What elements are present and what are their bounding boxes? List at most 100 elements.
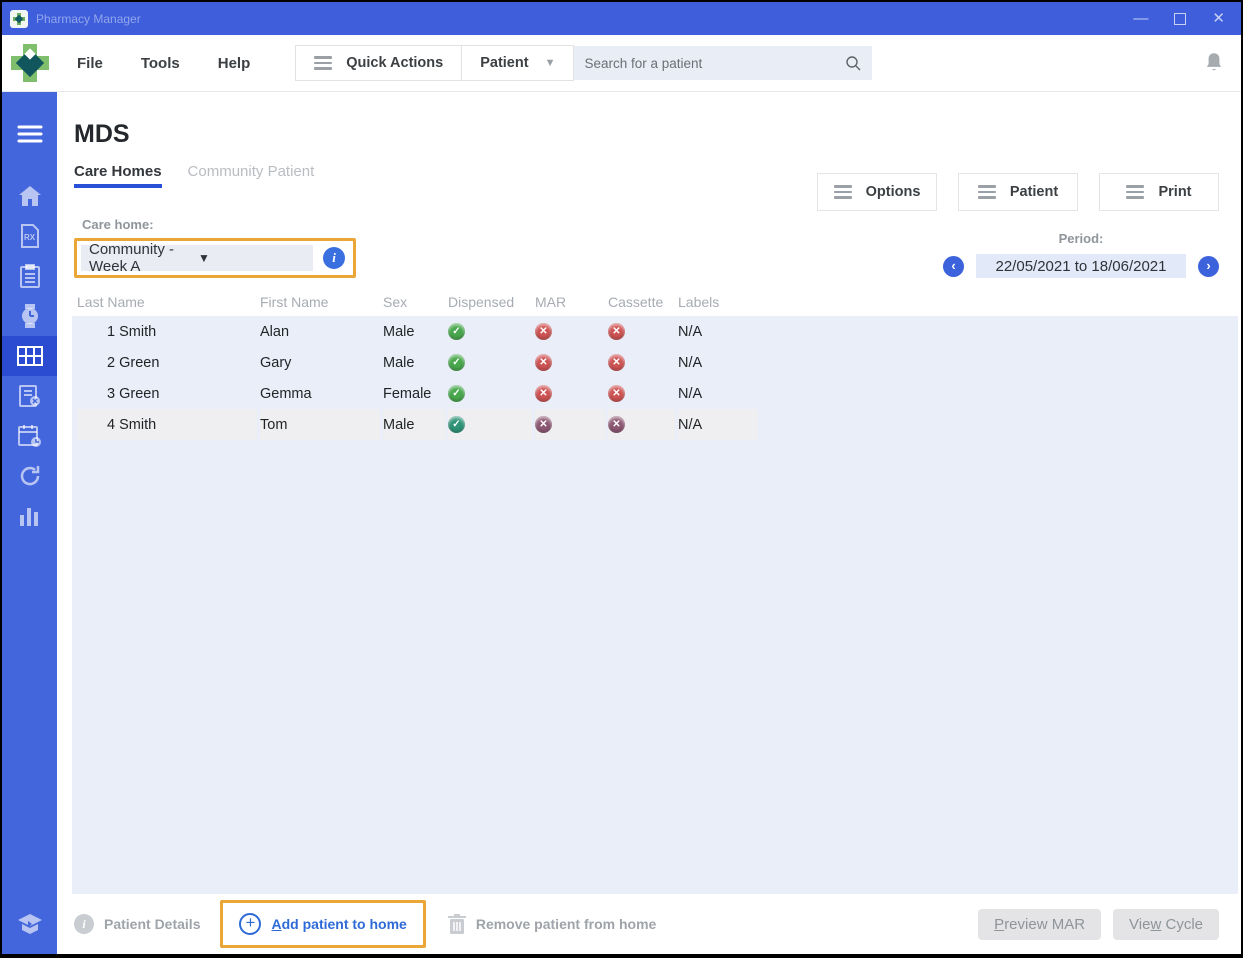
cell-sex: Male: [383, 316, 445, 347]
quick-actions-group: Quick Actions Patient ▼: [295, 45, 574, 81]
menu-file[interactable]: File: [77, 55, 103, 72]
prescription-icon[interactable]: RX: [2, 216, 57, 256]
menu-help[interactable]: Help: [218, 55, 251, 72]
cell-last-name: 2 Green: [77, 347, 257, 378]
pharmacy-logo-icon: [2, 44, 57, 82]
list-icon: [834, 185, 852, 199]
care-home-selected-value: Community - Week A: [89, 241, 196, 275]
table-row[interactable]: 2 Green Gary Male N/A: [72, 347, 1238, 378]
patient-details-label: Patient Details: [104, 916, 200, 932]
cell-last-name: 3 Green: [77, 378, 257, 409]
options-button[interactable]: Options: [817, 173, 937, 211]
cell-labels: N/A: [678, 347, 758, 378]
cassette-status-icon: [608, 323, 625, 340]
reports-chart-icon[interactable]: [2, 496, 57, 536]
add-patient-label: Add patient to home: [271, 916, 406, 932]
tab-care-homes[interactable]: Care Homes: [74, 163, 162, 188]
titlebar: Pharmacy Manager — ✕: [2, 2, 1241, 35]
col-first-name: First Name: [260, 294, 380, 310]
remove-patient-label: Remove patient from home: [476, 916, 656, 932]
patient-button[interactable]: Patient: [958, 173, 1078, 211]
cell-last-name: 1 Smith: [77, 316, 257, 347]
svg-text:RX: RX: [24, 233, 36, 242]
list-icon: [1126, 185, 1144, 199]
period-label: Period:: [1059, 231, 1104, 246]
search-icon[interactable]: [844, 54, 862, 72]
maximize-button[interactable]: [1174, 13, 1186, 25]
col-dispensed: Dispensed: [448, 294, 532, 310]
cell-labels: N/A: [678, 378, 758, 409]
clipboard-icon[interactable]: [2, 256, 57, 296]
patient-menu-button[interactable]: Patient ▼: [461, 46, 573, 80]
care-home-highlight: Community - Week A ▼ i: [74, 238, 356, 278]
page-title: MDS: [74, 120, 1241, 149]
table-row[interactable]: 1 Smith Alan Male N/A: [72, 316, 1238, 347]
cell-last-name: 4 Smith: [77, 409, 257, 440]
cassette-status-icon: [608, 416, 625, 433]
preview-mar-button[interactable]: Preview MAR: [978, 909, 1101, 940]
dispensed-status-icon: [448, 354, 465, 371]
patient-button-label: Patient: [1010, 184, 1058, 200]
quick-actions-label: Quick Actions: [346, 55, 443, 71]
sync-icon[interactable]: [2, 456, 57, 496]
period-prev-button[interactable]: ‹: [943, 256, 964, 277]
options-button-label: Options: [866, 184, 921, 200]
main-content: MDS Care Homes Community Patient Options…: [57, 92, 1241, 954]
patient-details-button[interactable]: i Patient Details: [74, 914, 200, 934]
window-title: Pharmacy Manager: [36, 12, 141, 26]
top-toolbar: File Tools Help Quick Actions Patient ▼: [2, 35, 1241, 92]
table-row[interactable]: 3 Green Gemma Female N/A: [72, 378, 1238, 409]
col-labels: Labels: [678, 294, 758, 310]
print-button[interactable]: Print: [1099, 173, 1219, 211]
menu-tools[interactable]: Tools: [141, 55, 180, 72]
cassette-status-icon: [608, 354, 625, 371]
cell-sex: Male: [383, 409, 445, 440]
close-button[interactable]: ✕: [1212, 11, 1225, 26]
cell-labels: N/A: [678, 316, 758, 347]
col-sex: Sex: [383, 294, 445, 310]
care-home-dropdown[interactable]: Community - Week A ▼: [81, 245, 313, 271]
menu-icon[interactable]: [2, 114, 57, 154]
care-home-label: Care home:: [82, 217, 356, 232]
table-row-selected[interactable]: 4 Smith Tom Male N/A: [72, 409, 1238, 440]
add-patient-highlight[interactable]: + Add patient to home: [220, 900, 425, 948]
dispensed-status-icon: [448, 385, 465, 402]
tab-bar: Care Homes Community Patient: [74, 163, 314, 188]
training-icon[interactable]: [2, 904, 57, 944]
period-next-button[interactable]: ›: [1198, 256, 1219, 277]
sidebar: RX: [2, 92, 57, 954]
mar-status-icon: [535, 385, 552, 402]
patient-table: 1 Smith Alan Male N/A 2 Green Gary Male: [72, 316, 1238, 894]
mar-status-icon: [535, 323, 552, 340]
chevron-down-icon: ▼: [198, 251, 305, 265]
list-icon: [314, 56, 332, 70]
cell-first-name: Gemma: [260, 378, 380, 409]
calendar-schedule-icon[interactable]: [2, 416, 57, 456]
period-date-range[interactable]: 22/05/2021 to 18/06/2021: [976, 254, 1186, 278]
notifications-bell-icon[interactable]: [1201, 50, 1227, 76]
watch-icon[interactable]: [2, 296, 57, 336]
remove-patient-button[interactable]: Remove patient from home: [448, 914, 656, 934]
cell-first-name: Tom: [260, 409, 380, 440]
dispensed-status-icon: [448, 323, 465, 340]
print-button-label: Print: [1158, 184, 1191, 200]
quick-actions-button[interactable]: Quick Actions: [296, 46, 461, 80]
dispensed-status-icon: [448, 416, 465, 433]
view-cycle-button[interactable]: View Cycle: [1113, 909, 1219, 940]
search-input[interactable]: [584, 56, 844, 71]
cell-labels: N/A: [678, 409, 758, 440]
chevron-down-icon: ▼: [545, 57, 556, 69]
footer-action-bar: i Patient Details + Add patient to home …: [57, 894, 1241, 954]
dispense-note-icon[interactable]: [2, 376, 57, 416]
col-mar: MAR: [535, 294, 605, 310]
care-home-info-button[interactable]: i: [323, 247, 345, 269]
mar-status-icon: [535, 416, 552, 433]
mds-grid-icon[interactable]: [2, 336, 57, 376]
trash-icon: [448, 914, 466, 934]
cell-sex: Female: [383, 378, 445, 409]
tab-community-patient[interactable]: Community Patient: [188, 163, 315, 188]
minimize-button[interactable]: —: [1133, 11, 1148, 26]
home-icon[interactable]: [2, 176, 57, 216]
patient-menu-label: Patient: [480, 55, 528, 71]
cell-first-name: Alan: [260, 316, 380, 347]
